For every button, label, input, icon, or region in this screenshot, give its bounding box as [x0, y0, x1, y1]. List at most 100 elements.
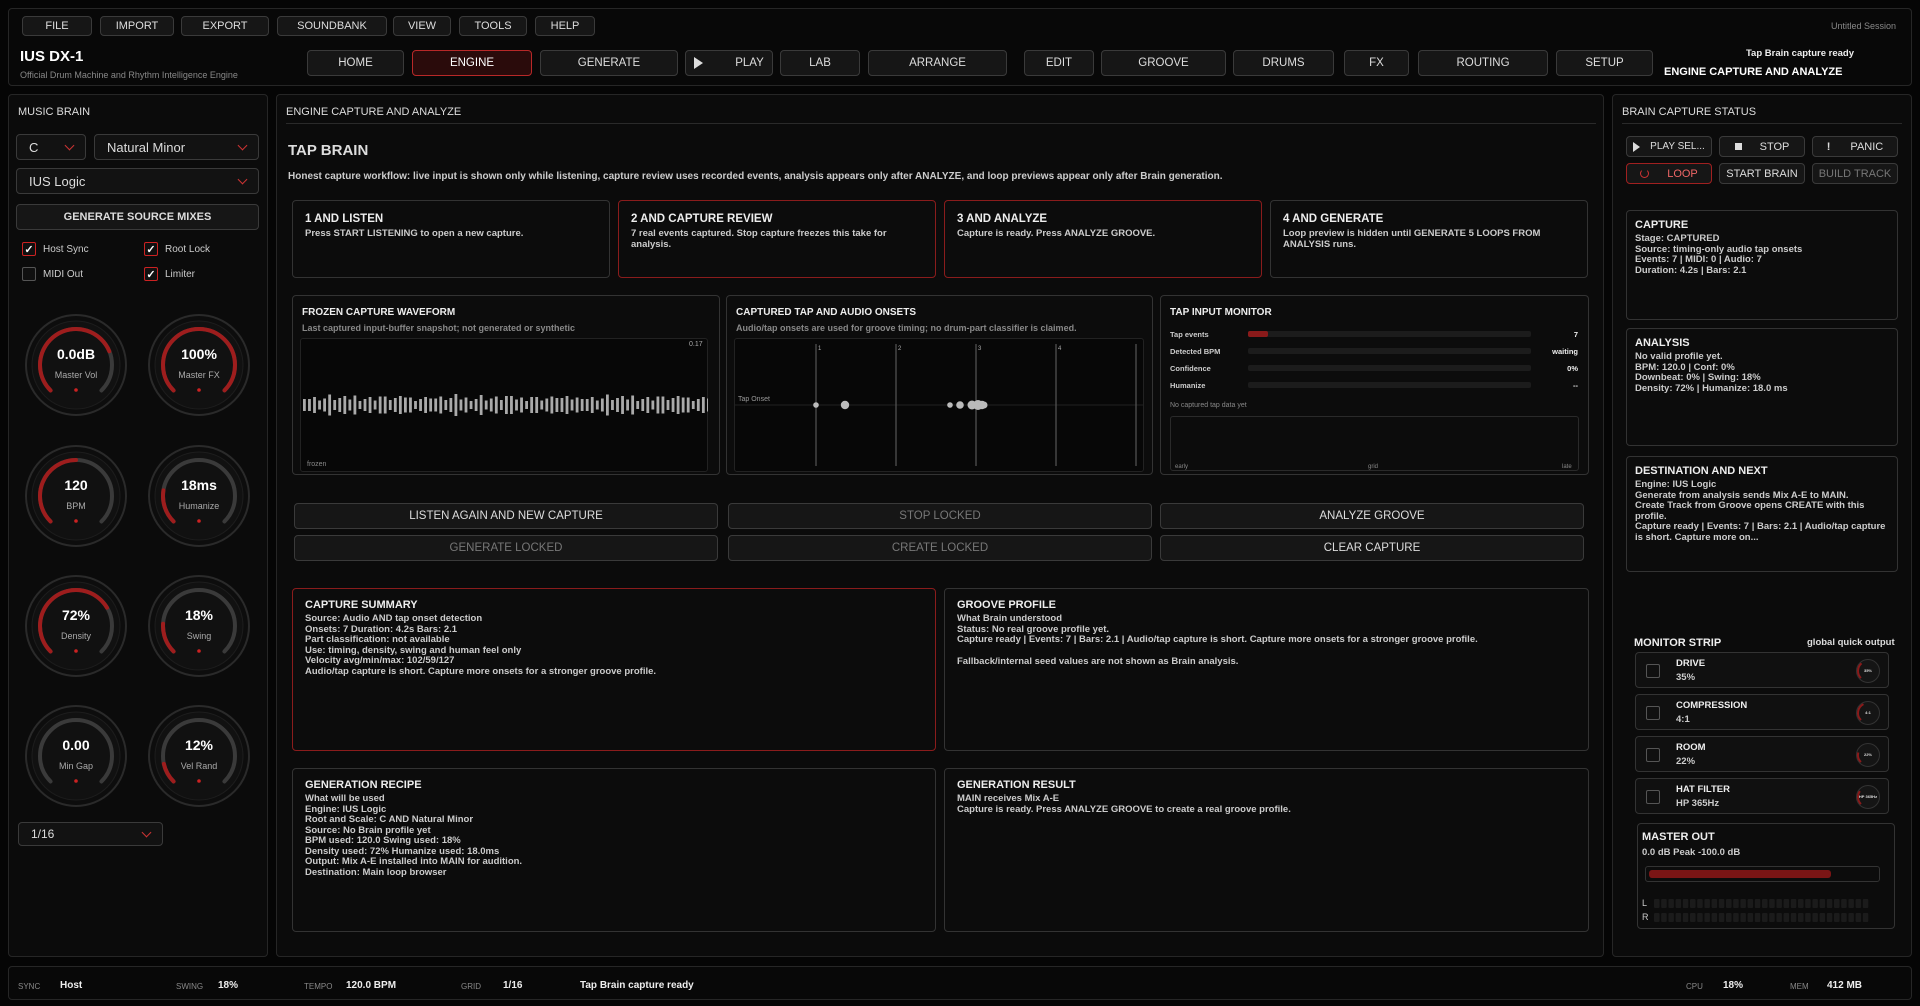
warning-icon: !: [1826, 140, 1831, 153]
menu-tools[interactable]: TOOLS: [459, 16, 527, 36]
nav-tab-home[interactable]: HOME: [307, 50, 404, 76]
knob-swing[interactable]: 18% Swing: [147, 574, 251, 678]
knob-dial: [25, 575, 127, 677]
scale-select[interactable]: Natural Minor: [94, 134, 259, 160]
nav-tab-setup[interactable]: SETUP: [1556, 50, 1653, 76]
nav-tab-label: LAB: [809, 57, 831, 69]
transport-loop-button[interactable]: LOOP: [1626, 163, 1712, 184]
led-segment: [1661, 899, 1667, 908]
nav-tab-label: HOME: [338, 57, 373, 69]
menu-file[interactable]: FILE: [22, 16, 92, 36]
led-segment: [1718, 913, 1725, 922]
session-name: Untitled Session: [1830, 21, 1896, 31]
checkbox-root-lock[interactable]: ✓ Root Lock: [144, 242, 210, 256]
action-listen-again-and-new-capture-button[interactable]: LISTEN AGAIN AND NEW CAPTURE: [294, 503, 718, 529]
waveform-bar: [404, 397, 407, 413]
logic-select[interactable]: IUS Logic: [16, 168, 259, 194]
action-clear-capture-button[interactable]: CLEAR CAPTURE: [1160, 535, 1584, 561]
checkbox-midi-out[interactable]: MIDI Out: [22, 267, 83, 281]
transport-stop-button[interactable]: STOP: [1719, 136, 1805, 157]
led-segment: [1711, 899, 1718, 908]
text-line: MAIN receives Mix A-E: [957, 793, 1060, 804]
nav-tab-generate[interactable]: GENERATE: [540, 50, 678, 76]
knob-master-vol[interactable]: 0.0dB Master Vol: [24, 313, 128, 417]
strip-row-hat-filter[interactable]: HAT FILTER HP 365Hz HP 365Hz: [1635, 778, 1889, 814]
generation-result-title: GENERATION RESULT: [957, 779, 1076, 791]
nav-tab-engine[interactable]: ENGINE: [412, 50, 532, 76]
led-segment: [1855, 913, 1862, 922]
onsets-title: CAPTURED TAP AND AUDIO ONSETS: [736, 307, 917, 318]
knob-min-gap[interactable]: 0.00 Min Gap: [24, 704, 128, 808]
knob-density[interactable]: 72% Density: [24, 574, 128, 678]
workflow-step-4[interactable]: 4 AND GENERATE Loop preview is hidden unt…: [1270, 200, 1588, 278]
led-segment: [1747, 899, 1754, 908]
text-line: Velocity avg/min/max: 102/59/127: [305, 655, 455, 666]
strip-knob[interactable]: 35%: [1856, 659, 1880, 683]
step-title: 3 AND ANALYZE: [957, 213, 1048, 225]
menu-soundbank[interactable]: SOUNDBANK: [277, 16, 387, 36]
knob-dial: [148, 575, 250, 677]
nav-tab-drums[interactable]: DRUMS: [1233, 50, 1334, 76]
waveform-bar: [378, 396, 382, 414]
strip-row-compression[interactable]: COMPRESSION 4:1 4:1: [1635, 694, 1889, 730]
transport-start-brain-button[interactable]: START BRAIN: [1719, 163, 1805, 184]
strip-row-drive[interactable]: DRIVE 35% 35%: [1635, 652, 1889, 688]
key-select[interactable]: C: [16, 134, 86, 160]
action-analyze-groove-button[interactable]: ANALYZE GROOVE: [1160, 503, 1584, 529]
step-text: Capture is ready. Press ANALYZE GROOVE.: [957, 228, 1156, 239]
checkbox-host-sync[interactable]: ✓ Host Sync: [22, 242, 89, 256]
nav-tab-routing[interactable]: ROUTING: [1418, 50, 1548, 76]
bypass-checkbox[interactable]: [1646, 706, 1660, 720]
knob-label: Min Gap: [58, 761, 93, 771]
transport-panic-button[interactable]: ! PANIC: [1812, 136, 1898, 157]
knob-master-fx[interactable]: 100% Master FX: [147, 313, 251, 417]
knob-humanize[interactable]: 18ms Humanize: [147, 444, 251, 548]
led-segment: [1675, 913, 1682, 922]
strip-knob[interactable]: 4:1: [1856, 701, 1880, 725]
strip-knob-value: 4:1: [1865, 710, 1871, 715]
destination-title: DESTINATION AND NEXT: [1635, 465, 1768, 477]
menu-help[interactable]: HELP: [535, 16, 595, 36]
menu-import[interactable]: IMPORT: [100, 16, 174, 36]
waveform-bar: [303, 399, 306, 411]
logic-select-value: IUS Logic: [29, 173, 86, 189]
strip-knob[interactable]: HP 365Hz: [1856, 785, 1880, 809]
checkbox-box: [22, 267, 36, 281]
bypass-checkbox[interactable]: [1646, 748, 1660, 762]
led-segment: [1819, 913, 1826, 922]
strip-row-room[interactable]: ROOM 22% 22%: [1635, 736, 1889, 772]
knob-vel-rand[interactable]: 12% Vel Rand: [147, 704, 251, 808]
knob-bpm[interactable]: 120 BPM: [24, 444, 128, 548]
checkbox-limiter[interactable]: ✓ Limiter: [144, 267, 195, 281]
strip-knob[interactable]: 22%: [1856, 743, 1880, 767]
waveform-bar: [479, 395, 483, 415]
bypass-checkbox[interactable]: [1646, 790, 1660, 804]
nav-tab-play[interactable]: PLAY: [685, 50, 773, 76]
workflow-step-2[interactable]: 2 AND CAPTURE REVIEW 7 real events captur…: [618, 200, 936, 278]
transport-label: STOP: [1759, 140, 1790, 153]
workflow-step-1[interactable]: 1 AND LISTEN Press START LISTENING to ope…: [292, 200, 610, 278]
transport-play-sel--button[interactable]: PLAY SEL...: [1626, 136, 1712, 157]
action-generate-locked-button[interactable]: GENERATE LOCKED: [294, 535, 718, 561]
action-stop-locked-button[interactable]: STOP LOCKED: [728, 503, 1152, 529]
status-value-swing: 18%: [218, 980, 239, 991]
grid-select[interactable]: 1/16: [18, 822, 163, 846]
monitor-empty: No captured tap data yet: [1170, 402, 1247, 409]
knob-label: Master FX: [178, 370, 220, 380]
nav-tab-edit[interactable]: EDIT: [1024, 50, 1094, 76]
meter-r-label: R: [1642, 912, 1649, 922]
nav-tab-lab[interactable]: LAB: [780, 50, 860, 76]
bypass-checkbox[interactable]: [1646, 664, 1660, 678]
nav-tab-arrange[interactable]: ARRANGE: [868, 50, 1007, 76]
generate-source-mixes-button[interactable]: GENERATE SOURCE MIXES: [16, 204, 259, 230]
monitor-row-label: Detected BPM: [1170, 347, 1221, 356]
menu-export[interactable]: EXPORT: [181, 16, 269, 36]
master-led-meters: [1654, 899, 1869, 922]
nav-tab-fx[interactable]: FX: [1344, 50, 1409, 76]
nav-tab-groove[interactable]: GROOVE: [1101, 50, 1226, 76]
grid-select-value: 1/16: [31, 827, 55, 841]
workflow-step-3[interactable]: 3 AND ANALYZE Capture is ready. Press ANA…: [944, 200, 1262, 278]
action-create-locked-button[interactable]: CREATE LOCKED: [728, 535, 1152, 561]
menu-view[interactable]: VIEW: [393, 16, 451, 36]
transport-build-track-button[interactable]: BUILD TRACK: [1812, 163, 1898, 184]
